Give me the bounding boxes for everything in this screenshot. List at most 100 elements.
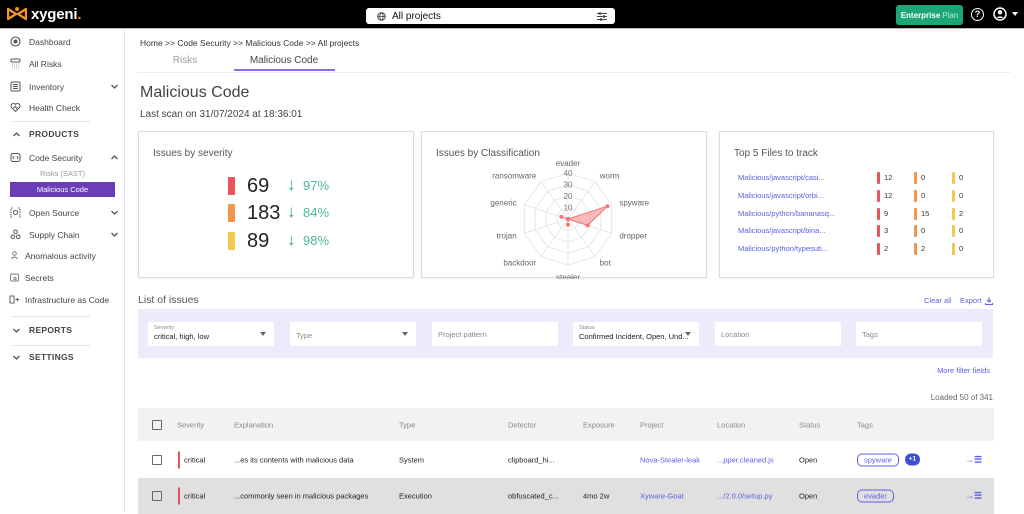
cell-project-link[interactable]: Nova-Stealer-leak <box>640 455 700 464</box>
row-checkbox[interactable] <box>152 454 162 465</box>
clear-all-button[interactable]: Clear all <box>924 296 952 305</box>
file-link[interactable]: Malicious/javascript/orbi... <box>738 191 824 200</box>
radar-data-point-generic <box>559 214 564 219</box>
project-pattern-input[interactable] <box>432 322 558 346</box>
filter-sliders-icon[interactable] <box>597 11 607 21</box>
tag-chip[interactable]: evader <box>857 489 894 503</box>
sidebar-divider <box>12 345 90 346</box>
sidebar-subitem-malicious-code[interactable]: Malicious Code <box>10 182 115 197</box>
open-detail-icon[interactable]: →☰ <box>965 454 982 465</box>
sidebar-item-label: Secrets <box>25 273 54 283</box>
sidebar-item-code-security[interactable]: Code Security <box>0 150 124 166</box>
column-header-status[interactable]: Status <box>799 420 820 429</box>
top-file-row: Malicious/javascript/casi... 12 0 0 <box>720 172 995 184</box>
sidebar-item-dashboard[interactable]: Dashboard <box>0 34 124 50</box>
filter-value: Confirmed Incident, Open, Und... <box>579 332 689 341</box>
trend-down-arrow-icon: ↓ <box>287 175 296 194</box>
column-header-project[interactable]: Project <box>640 420 663 429</box>
breadcrumb[interactable]: Home >> Code Security >> Malicious Code … <box>140 38 359 48</box>
chevron-up-icon[interactable] <box>110 154 119 161</box>
cell-project-link[interactable]: Xyware-Goat <box>640 492 684 501</box>
xygeni-logo[interactable]: xygeni. <box>7 4 82 24</box>
sidebar-section-products[interactable]: PRODUCTS <box>0 128 124 142</box>
column-header-severity[interactable]: Severity <box>177 420 204 429</box>
radar-category-label-generic: generic <box>490 198 516 207</box>
high-count-bar <box>914 172 917 184</box>
radar-category-label-ransomware: ransomware <box>492 171 537 180</box>
sidebar-item-all-risks[interactable]: All Risks <box>0 56 124 72</box>
column-header-detector[interactable]: Detector <box>508 420 536 429</box>
tab-risks[interactable]: Risks <box>135 55 235 66</box>
chevron-down-icon[interactable] <box>110 231 119 238</box>
column-header-exposure[interactable]: Exposure <box>583 420 615 429</box>
file-link[interactable]: Malicious/javascript/bina... <box>738 226 826 235</box>
enterprise-plan-button[interactable]: Enterprise Plan <box>896 5 963 25</box>
trend-down-arrow-icon: ↓ <box>287 202 296 221</box>
chevron-down-icon[interactable] <box>110 83 119 90</box>
chevron-down-icon <box>13 328 20 333</box>
sidebar-item-open-source[interactable]: Open Source <box>0 205 124 221</box>
cell-explanation: ...es its contents with malicious data <box>234 455 354 464</box>
cell-status: Open <box>799 491 818 501</box>
export-button[interactable]: Export <box>960 296 993 305</box>
select-all-checkbox[interactable] <box>152 419 162 430</box>
file-link[interactable]: Malicious/javascript/casi... <box>738 173 825 182</box>
sidebar-item-secrets[interactable]: Secrets <box>0 270 124 286</box>
more-tags-badge[interactable]: +1 <box>904 453 920 466</box>
location-filter[interactable] <box>715 322 841 346</box>
card-title: Issues by severity <box>153 148 233 159</box>
tags-filter[interactable] <box>856 322 982 346</box>
cell-location-link[interactable]: ...pper.cleaned.js <box>717 455 774 464</box>
sidebar-divider <box>12 316 90 317</box>
sidebar-section-settings[interactable]: SETTINGS <box>0 351 124 365</box>
sidebar-item-anomalous-activity[interactable]: Anomalous activity <box>0 248 124 264</box>
top-file-row: Malicious/javascript/orbi... 12 0 0 <box>720 190 995 202</box>
column-header-location[interactable]: Location <box>717 420 745 429</box>
severity-count: 183 <box>247 202 281 224</box>
issues-by-classification-card: Issues by Classification 10 20 30 40 evader w… <box>421 131 707 279</box>
more-filter-fields-link[interactable]: More filter fields <box>900 366 990 375</box>
severity-filter-select[interactable]: Severity critical, high, low <box>148 322 274 346</box>
table-row[interactable]: critical ...commonly seen in malicious p… <box>138 478 994 514</box>
sidebar-item-health-check[interactable]: Health Check <box>0 100 124 116</box>
table-row[interactable]: critical ...es its contents with malicio… <box>138 441 994 478</box>
type-filter-select[interactable]: Type <box>290 322 416 346</box>
status-filter-select[interactable]: Status Confirmed Incident, Open, Und... <box>573 322 699 346</box>
location-input[interactable] <box>715 322 841 346</box>
tab-malicious-code[interactable]: Malicious Code <box>234 55 334 66</box>
cell-tags: evader <box>857 489 894 503</box>
user-account-icon[interactable] <box>993 7 1007 21</box>
tags-input[interactable] <box>856 322 982 346</box>
sidebar-subitem-risks-sast[interactable]: Risks (SAST) <box>10 166 115 181</box>
chevron-down-icon[interactable] <box>110 209 119 216</box>
radar-data-point-dropper <box>585 223 590 228</box>
sidebar-item-supply-chain[interactable]: Supply Chain <box>0 227 124 243</box>
sidebar-item-infrastructure-as-code[interactable]: Infrastructure as Code <box>0 292 124 308</box>
file-link[interactable]: Malicious/python/typesuti... <box>738 244 828 253</box>
project-pattern-filter[interactable] <box>432 322 558 346</box>
column-header-type[interactable]: Type <box>399 420 415 429</box>
help-icon[interactable]: ? <box>971 8 984 21</box>
issues-table-header: Severity Explanation Type Detector Expos… <box>138 408 994 441</box>
file-link[interactable]: Malicious/python/bananasq... <box>738 209 835 218</box>
radar-data-point-stealer <box>566 222 570 227</box>
cell-detector: obfuscated_c... <box>508 491 559 501</box>
low-severity-bar <box>228 232 235 250</box>
sidebar-section-reports[interactable]: REPORTS <box>0 324 124 338</box>
severity-count: 89 <box>247 230 270 252</box>
project-selector[interactable]: All projects <box>366 8 615 24</box>
open-detail-icon[interactable]: →☰ <box>965 491 982 502</box>
cell-exposure: 4mo 2w <box>583 491 610 501</box>
tag-chip[interactable]: spyware <box>857 453 899 466</box>
sidebar-section-label: PRODUCTS <box>29 129 80 139</box>
sidebar-item-inventory[interactable]: Inventory <box>0 79 124 95</box>
user-menu-caret-icon[interactable] <box>1012 12 1018 16</box>
column-header-explanation[interactable]: Explanation <box>234 420 273 429</box>
low-count-bar <box>952 208 955 220</box>
radar-tick-label: 20 <box>564 192 573 201</box>
row-checkbox[interactable] <box>152 491 162 501</box>
column-header-tags[interactable]: Tags <box>857 420 873 429</box>
sidebar: Dashboard All Risks Inventory Health Che… <box>0 30 125 512</box>
radar-category-label-spyware: spyware <box>619 198 649 207</box>
cell-location-link[interactable]: .../2.0.0/setup.py <box>717 492 772 501</box>
